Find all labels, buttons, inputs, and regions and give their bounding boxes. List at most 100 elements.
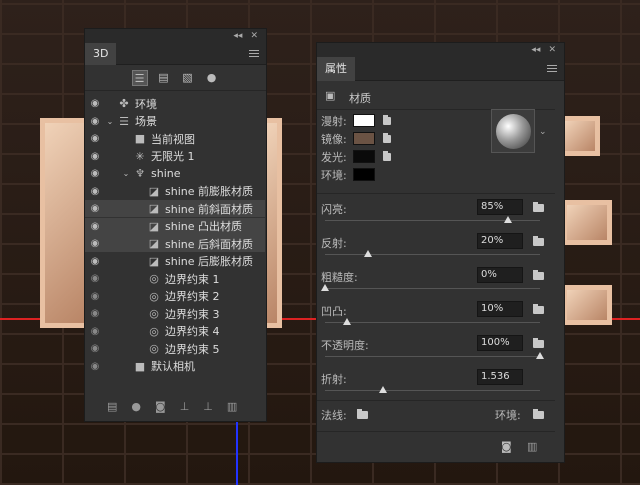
slider-thumb[interactable] (342, 318, 351, 325)
slider-track[interactable] (325, 250, 540, 257)
slider-track[interactable] (325, 318, 540, 325)
layer-label: 场景 (135, 115, 157, 128)
layer-row[interactable]: ◉ ■ 默认相机 (85, 358, 265, 375)
visibility-eye-icon[interactable]: ◉ (89, 116, 101, 127)
visibility-eye-icon[interactable]: ◉ (89, 326, 101, 337)
value-field[interactable]: 100% (477, 335, 523, 351)
layer-row[interactable]: ◉ ✳ 无限光 1 (85, 148, 265, 165)
delete-icon[interactable]: ▥ (527, 440, 537, 453)
visibility-eye-icon[interactable]: ◉ (89, 238, 101, 249)
tab-properties[interactable]: 属性 (317, 56, 355, 81)
material-preview[interactable] (491, 109, 535, 153)
visibility-eye-icon[interactable]: ◉ (89, 168, 101, 179)
constraint-icon: ◎ (149, 272, 159, 285)
layer-row[interactable]: ◉ ◪ shine 前膨胀材质 (85, 183, 265, 200)
value-field[interactable]: 0% (477, 267, 523, 283)
texture-folder-icon[interactable] (533, 338, 544, 348)
properties-subtitle: 材质 (349, 92, 371, 105)
expand-chevron-icon[interactable]: ⌄ (103, 117, 117, 126)
3d-letter-right-top (560, 116, 600, 156)
add-mesh-icon[interactable]: ▤ (107, 400, 117, 413)
slider-thumb[interactable] (536, 352, 544, 359)
layer-row[interactable]: ◉ ✤ 环境 (85, 95, 265, 112)
texture-folder-icon[interactable] (533, 202, 544, 212)
panel-menu-icon[interactable] (249, 50, 259, 57)
render-icon[interactable]: ◙ (501, 440, 512, 453)
visibility-eye-icon[interactable]: ◉ (89, 291, 101, 302)
slider-track[interactable] (325, 352, 544, 359)
layer-label: shine 凸出材质 (165, 220, 242, 233)
env-folder-icon[interactable] (533, 409, 544, 419)
collapse-icon[interactable]: ◂◂ (233, 31, 242, 41)
delete-icon[interactable]: ▥ (227, 400, 237, 413)
layer-row[interactable]: ◉ ◪ shine 后斜面材质 (85, 235, 265, 252)
chevron-down-icon[interactable]: ⌄ (539, 127, 547, 137)
layer-list: ◉ ✤ 环境 ◉ ⌄ ☰ 场景 ◉ ■ 当前视图 ◉ ✳ 无限光 1 ◉ ⌄ ♆ shine ◉ ◪ shine 前膨… (85, 95, 268, 385)
visibility-eye-icon[interactable]: ◉ (89, 256, 101, 267)
layer-row[interactable]: ◉ ◪ shine 凸出材质 (85, 217, 265, 235)
slider-thumb[interactable] (321, 284, 329, 291)
visibility-eye-icon[interactable]: ◉ (89, 273, 101, 284)
layer-row[interactable]: ◉ ⌄ ☰ 场景 (85, 113, 265, 130)
color-swatch[interactable] (353, 114, 375, 127)
slider-track[interactable] (325, 386, 540, 393)
visibility-eye-icon[interactable]: ◉ (89, 221, 101, 232)
value-field[interactable]: 10% (477, 301, 523, 317)
layer-row[interactable]: ◉ ◎ 边界约束 4 (85, 323, 265, 340)
material-type-icon: ▣ (325, 89, 336, 102)
color-swatch[interactable] (353, 168, 375, 181)
visibility-eye-icon[interactable]: ◉ (89, 361, 101, 372)
new-constraint-icon[interactable]: ⊥ (180, 400, 190, 413)
camera-icon: ■ (134, 132, 146, 145)
layer-row[interactable]: ◉ ◪ shine 前斜面材质 (85, 200, 265, 217)
layer-row[interactable]: ◉ ◎ 边界约束 3 (85, 305, 265, 322)
close-icon[interactable]: ✕ (548, 45, 556, 55)
layer-row[interactable]: ◉ ■ 当前视图 (85, 130, 265, 147)
filter-scene-icon[interactable]: ☰ (131, 69, 148, 86)
value-field[interactable]: 1.536 (477, 369, 523, 385)
texture-folder-icon[interactable] (383, 151, 391, 161)
visibility-eye-icon[interactable]: ◉ (89, 151, 101, 162)
close-icon[interactable]: ✕ (250, 31, 258, 41)
texture-folder-icon[interactable] (383, 115, 391, 125)
layer-row[interactable]: ◉ ◎ 边界约束 5 (85, 340, 265, 357)
value-field[interactable]: 85% (477, 199, 523, 215)
layer-row[interactable]: ◉ ◎ 边界约束 1 (85, 270, 265, 287)
visibility-eye-icon[interactable]: ◉ (89, 98, 101, 109)
divider (317, 193, 555, 194)
layer-label: 边界约束 2 (165, 290, 220, 303)
slider-thumb[interactable] (379, 386, 388, 393)
mesh-icon: ♆ (135, 167, 145, 180)
visibility-eye-icon[interactable]: ◉ (89, 308, 101, 319)
visibility-eye-icon[interactable]: ◉ (89, 203, 101, 214)
normal-folder-icon[interactable] (357, 409, 368, 419)
texture-folder-icon[interactable] (533, 304, 544, 314)
layer-row[interactable]: ◉ ⌄ ♆ shine (85, 165, 265, 182)
color-swatch[interactable] (353, 150, 375, 163)
visibility-eye-icon[interactable]: ◉ (89, 343, 101, 354)
layer-label: 边界约束 1 (165, 272, 220, 286)
color-swatch[interactable] (353, 132, 375, 145)
slider-thumb[interactable] (503, 216, 512, 223)
visibility-eye-icon[interactable]: ◉ (89, 133, 101, 144)
texture-folder-icon[interactable] (383, 133, 391, 143)
layer-row[interactable]: ◉ ◎ 边界约束 2 (85, 288, 265, 305)
panel-menu-icon[interactable] (547, 65, 557, 72)
slider-track[interactable] (325, 216, 540, 223)
slider-track[interactable] (321, 284, 540, 291)
render-icon[interactable]: ◙ (155, 400, 166, 413)
slider-thumb[interactable] (364, 250, 372, 257)
expand-chevron-icon[interactable]: ⌄ (119, 169, 133, 178)
add-light-icon[interactable]: ● (131, 400, 141, 413)
collapse-icon[interactable]: ◂◂ (531, 45, 540, 55)
texture-folder-icon[interactable] (533, 270, 544, 280)
tab-3d[interactable]: 3D (85, 42, 117, 65)
visibility-eye-icon[interactable]: ◉ (89, 186, 101, 197)
value-field[interactable]: 20% (477, 233, 523, 249)
filter-mesh-icon[interactable]: ▤ (156, 70, 172, 86)
add-object-icon[interactable]: ⊥ (203, 400, 213, 413)
filter-light-icon[interactable]: ● (204, 70, 220, 86)
filter-material-icon[interactable]: ▧ (180, 70, 196, 86)
layer-row[interactable]: ◉ ◪ shine 后膨胀材质 (85, 253, 265, 270)
texture-folder-icon[interactable] (533, 236, 544, 246)
